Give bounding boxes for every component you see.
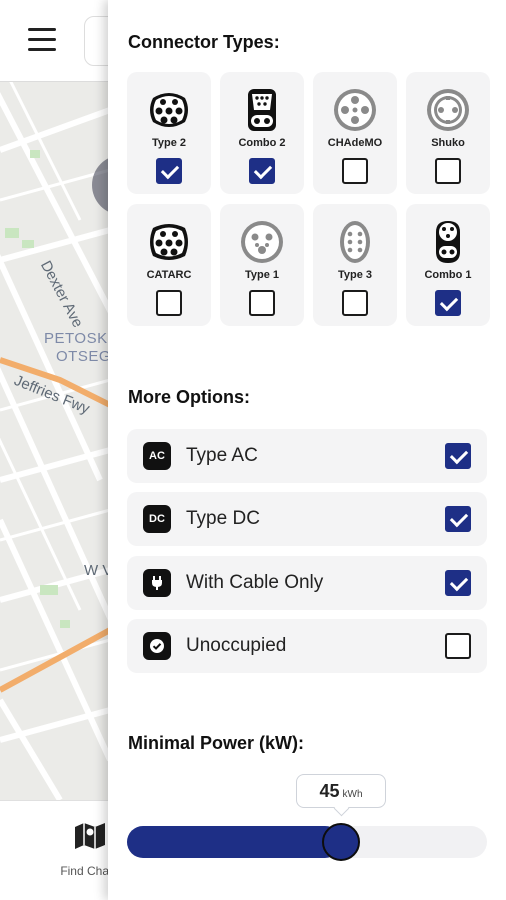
connector-label: Type 2: [151, 137, 187, 149]
connector-checkbox[interactable]: [156, 290, 182, 316]
combo2-connector-icon: [248, 89, 276, 131]
combo1-connector-icon: [436, 221, 460, 263]
connector-catarc[interactable]: CATARC: [127, 204, 211, 326]
connector-type-3[interactable]: Type 3: [313, 204, 397, 326]
option-checkbox[interactable]: [445, 443, 471, 469]
option-type-dc[interactable]: DC Type DC: [127, 492, 487, 546]
power-value-tooltip: 45 kWh: [296, 774, 386, 808]
connector-checkbox[interactable]: [435, 158, 461, 184]
minimal-power-title: Minimal Power (kW):: [128, 733, 305, 753]
option-label: Type AC: [186, 445, 258, 466]
menu-icon[interactable]: [28, 28, 56, 52]
dc-badge-icon: DC: [143, 505, 171, 533]
power-unit: kWh: [342, 789, 363, 800]
more-options-title: More Options:: [128, 387, 250, 407]
connector-combo-1[interactable]: Combo 1: [406, 204, 490, 326]
connector-grid: Type 2 Combo 2 CHAdeMO Shuko CATARC Type…: [127, 72, 490, 326]
option-with-cable[interactable]: With Cable Only: [127, 556, 487, 610]
connector-shuko[interactable]: Shuko: [406, 72, 490, 194]
check-circle-icon: [143, 632, 171, 660]
connector-label: Combo 2: [238, 137, 286, 149]
connector-checkbox[interactable]: [156, 158, 182, 184]
connector-chademo[interactable]: CHAdeMO: [313, 72, 397, 194]
chademo-connector-icon: [334, 89, 376, 131]
option-type-ac[interactable]: AC Type AC: [127, 429, 487, 483]
option-unoccupied[interactable]: Unoccupied: [127, 619, 487, 673]
connector-label: Combo 1: [424, 269, 472, 281]
connector-label: Type 3: [337, 269, 373, 281]
map-area-label: PETOSKE: [44, 330, 119, 347]
connector-label: Shuko: [431, 137, 465, 149]
connector-checkbox[interactable]: [249, 290, 275, 316]
type1-connector-icon: [241, 221, 283, 263]
type2-connector-icon: [150, 93, 188, 127]
connector-checkbox[interactable]: [249, 158, 275, 184]
connector-types-title: Connector Types:: [128, 32, 280, 52]
ac-badge-icon: AC: [143, 442, 171, 470]
filter-panel: Connector Types: Type 2 Combo 2 CHAdeMO …: [108, 0, 506, 900]
option-checkbox[interactable]: [445, 506, 471, 532]
connector-label: CHAdeMO: [327, 137, 383, 149]
connector-checkbox[interactable]: [435, 290, 461, 316]
option-checkbox[interactable]: [445, 633, 471, 659]
option-label: Unoccupied: [186, 635, 287, 656]
shuko-connector-icon: [427, 89, 469, 131]
power-value: 45: [319, 781, 340, 801]
slider-thumb[interactable]: [322, 823, 360, 861]
connector-combo-2[interactable]: Combo 2: [220, 72, 304, 194]
connector-type-1[interactable]: Type 1: [220, 204, 304, 326]
catarc-connector-icon: [150, 224, 188, 260]
plug-icon: [143, 569, 171, 597]
connector-checkbox[interactable]: [342, 158, 368, 184]
connector-label: CATARC: [146, 269, 192, 281]
power-slider[interactable]: [127, 823, 487, 861]
connector-label: Type 1: [244, 269, 280, 281]
slider-fill: [127, 826, 341, 858]
option-checkbox[interactable]: [445, 570, 471, 596]
connector-type-2[interactable]: Type 2: [127, 72, 211, 194]
map-icon: [75, 823, 105, 849]
type3-connector-icon: [340, 221, 370, 263]
option-label: With Cable Only: [186, 572, 324, 593]
option-label: Type DC: [186, 508, 260, 529]
connector-checkbox[interactable]: [342, 290, 368, 316]
